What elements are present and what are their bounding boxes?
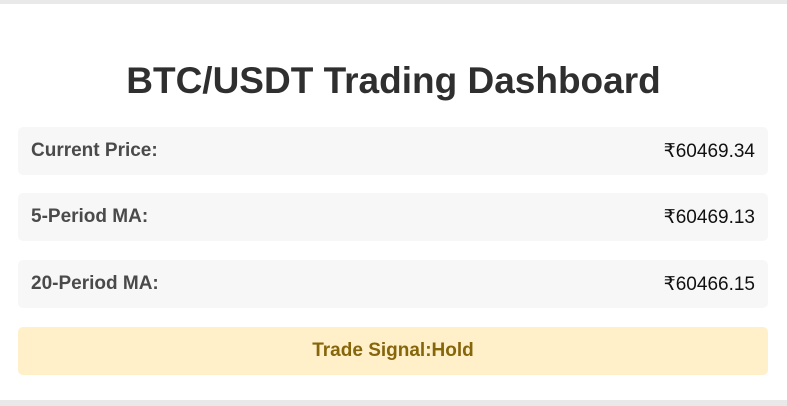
ma20-label: 20-Period MA: [31, 273, 159, 294]
page-title: BTC/USDT Trading Dashboard [126, 60, 661, 101]
ma20-row: 20-Period MA: ₹60466.15 [18, 260, 768, 308]
current-price-label: Current Price: [31, 140, 158, 161]
trade-signal-banner: Trade Signal: Hold [18, 327, 768, 375]
trade-signal-value: Hold [431, 340, 474, 361]
current-price-row: Current Price: ₹60469.34 [18, 127, 768, 175]
ma5-row: 5-Period MA: ₹60469.13 [18, 193, 768, 241]
ma5-label: 5-Period MA: [31, 206, 149, 227]
ma5-value: ₹60469.13 [663, 206, 755, 228]
current-price-value: ₹60469.34 [663, 140, 755, 162]
ma20-value: ₹60466.15 [663, 273, 755, 295]
trade-signal-label: Trade Signal: [312, 340, 432, 361]
dashboard-panel: BTC/USDT Trading Dashboard Current Price… [0, 4, 787, 400]
